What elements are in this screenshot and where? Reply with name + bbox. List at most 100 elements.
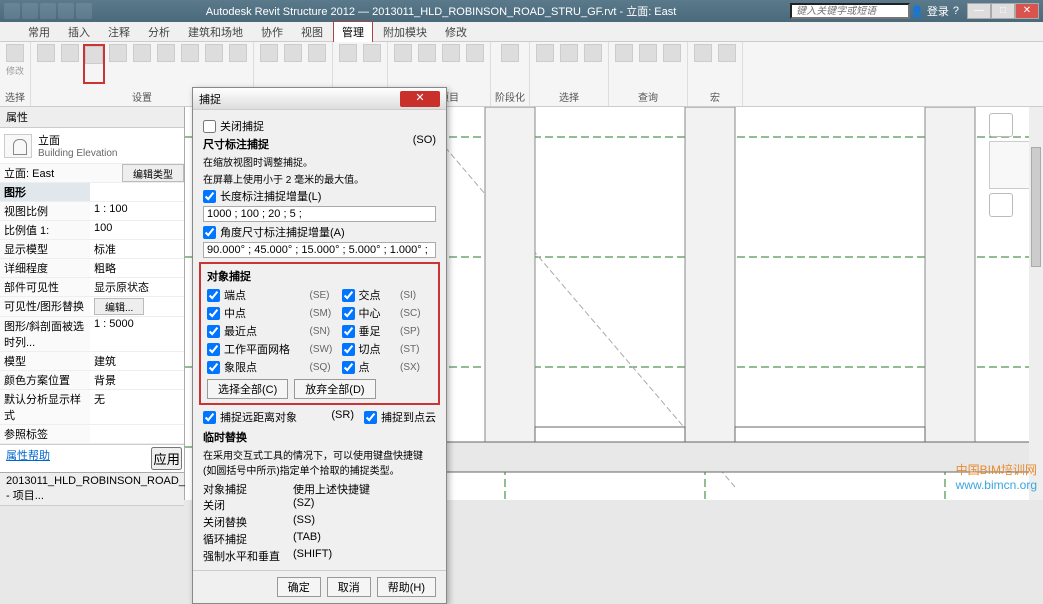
- object-styles-button[interactable]: [59, 44, 81, 84]
- dialog-close-button[interactable]: ✕: [400, 91, 440, 107]
- snap-checkbox[interactable]: 点: [342, 359, 401, 375]
- steering-wheel-button[interactable]: [989, 193, 1013, 217]
- prop-value[interactable]: 无: [90, 390, 184, 424]
- cancel-button[interactable]: 取消: [327, 577, 371, 597]
- purge-button[interactable]: [227, 44, 249, 84]
- snap-checkbox[interactable]: 垂足: [342, 323, 401, 339]
- tab-annotate[interactable]: 注释: [100, 22, 138, 42]
- prop-row[interactable]: 默认分析显示样式无: [0, 390, 184, 425]
- starting-view-button[interactable]: [464, 44, 486, 84]
- snaps-off-checkbox[interactable]: 关闭捕捉: [203, 118, 436, 134]
- prop-value[interactable]: [90, 425, 184, 443]
- load-selection-button[interactable]: [558, 44, 580, 84]
- prop-value[interactable]: 编辑...: [90, 297, 184, 316]
- remote-snap-checkbox[interactable]: 捕捉远距离对象: [203, 409, 331, 425]
- prop-row[interactable]: 视图比例1 : 100: [0, 202, 184, 221]
- edit-button[interactable]: 编辑...: [94, 298, 144, 315]
- coordinates-button[interactable]: [282, 44, 304, 84]
- angle-increment-checkbox[interactable]: 角度尺寸标注捕捉增量(A): [203, 224, 436, 240]
- prop-value[interactable]: 1 : 100: [90, 202, 184, 220]
- prop-row[interactable]: 图形/斜剖面被选时列...1 : 5000: [0, 317, 184, 352]
- tab-modify[interactable]: 修改: [437, 22, 475, 42]
- length-increment-checkbox[interactable]: 长度标注捕捉增量(L): [203, 188, 436, 204]
- help-search-input[interactable]: [790, 3, 910, 19]
- length-increment-input[interactable]: [203, 206, 436, 222]
- prop-value[interactable]: 背景: [90, 371, 184, 389]
- manage-images-button[interactable]: [416, 44, 438, 84]
- apply-button[interactable]: 应用: [151, 447, 182, 470]
- prop-row[interactable]: 颜色方案位置背景: [0, 371, 184, 390]
- snaps-button[interactable]: [83, 44, 105, 84]
- prop-value[interactable]: 粗略: [90, 259, 184, 277]
- minimize-button[interactable]: —: [967, 3, 991, 19]
- modify-button[interactable]: 修改: [4, 44, 26, 84]
- snap-checkbox[interactable]: 象限点: [207, 359, 310, 375]
- phases-button[interactable]: [499, 44, 521, 84]
- prop-row[interactable]: 参照标签: [0, 425, 184, 444]
- ids-button[interactable]: [613, 44, 635, 84]
- prop-row[interactable]: 比例值 1:100: [0, 221, 184, 240]
- prop-value[interactable]: 1 : 5000: [90, 317, 184, 351]
- project-units-button[interactable]: [155, 44, 177, 84]
- macro-manager-button[interactable]: [692, 44, 714, 84]
- home-view-button[interactable]: [989, 113, 1013, 137]
- materials-button[interactable]: [35, 44, 57, 84]
- tab-analyze[interactable]: 分析: [140, 22, 178, 42]
- save-selection-button[interactable]: [534, 44, 556, 84]
- help-icon[interactable]: ?: [953, 5, 959, 17]
- dialog-titlebar[interactable]: 捕捉 ✕: [193, 88, 446, 110]
- help-button[interactable]: 帮助(H): [377, 577, 436, 597]
- edit-type-button[interactable]: 编辑类型: [122, 164, 184, 182]
- prop-row[interactable]: 显示模型标准: [0, 240, 184, 259]
- ok-button[interactable]: 确定: [277, 577, 321, 597]
- tab-collab[interactable]: 协作: [253, 22, 291, 42]
- app-menu-button[interactable]: [4, 3, 20, 19]
- prop-value[interactable]: 标准: [90, 240, 184, 258]
- snap-checkbox[interactable]: 端点: [207, 287, 310, 303]
- vertical-scrollbar[interactable]: [1029, 107, 1043, 500]
- main-model-button[interactable]: [361, 44, 383, 84]
- snap-checkbox[interactable]: 切点: [342, 341, 401, 357]
- login-button[interactable]: 👤 登录: [910, 3, 949, 19]
- transfer-button[interactable]: [203, 44, 225, 84]
- decal-types-button[interactable]: [440, 44, 462, 84]
- warnings-button[interactable]: [661, 44, 683, 84]
- tree-root[interactable]: −👁 视图 (all): [2, 508, 182, 510]
- snap-checkbox[interactable]: 交点: [342, 287, 401, 303]
- location-button[interactable]: [258, 44, 280, 84]
- qat-save[interactable]: [40, 3, 56, 19]
- type-selector[interactable]: 立面 Building Elevation: [0, 128, 184, 164]
- angle-increment-input[interactable]: [203, 242, 436, 258]
- snap-checkbox[interactable]: 工作平面网格: [207, 341, 310, 357]
- scroll-thumb[interactable]: [1031, 147, 1041, 267]
- properties-help-link[interactable]: 属性帮助: [0, 445, 56, 472]
- prop-row[interactable]: 模型建筑: [0, 352, 184, 371]
- snap-checkbox[interactable]: 最近点: [207, 323, 310, 339]
- project-params-button[interactable]: [131, 44, 153, 84]
- prop-value[interactable]: 100: [90, 221, 184, 239]
- select-all-button[interactable]: 选择全部(C): [207, 379, 288, 399]
- prop-value[interactable]: 建筑: [90, 352, 184, 370]
- project-browser[interactable]: −👁 视图 (all) −楼层平面 (Floor Plan) 1F2F3FGFL…: [0, 506, 184, 510]
- tab-insert[interactable]: 插入: [60, 22, 98, 42]
- macro-security-button[interactable]: [716, 44, 738, 84]
- prop-row[interactable]: 详细程度粗略: [0, 259, 184, 278]
- discard-all-button[interactable]: 放弃全部(D): [294, 379, 375, 399]
- prop-row[interactable]: 部件可见性显示原状态: [0, 278, 184, 297]
- qat-open[interactable]: [22, 3, 38, 19]
- manage-links-button[interactable]: [392, 44, 414, 84]
- qat-redo[interactable]: [76, 3, 92, 19]
- prop-value[interactable]: 显示原状态: [90, 278, 184, 296]
- project-info-button[interactable]: [107, 44, 129, 84]
- snap-checkbox[interactable]: 中心: [342, 305, 401, 321]
- tab-site[interactable]: 建筑和场地: [180, 22, 251, 42]
- position-button[interactable]: [306, 44, 328, 84]
- design-options-button[interactable]: [337, 44, 359, 84]
- edit-selection-button[interactable]: [582, 44, 604, 84]
- close-button[interactable]: ✕: [1015, 3, 1039, 19]
- instance-selector[interactable]: 立面: East: [0, 164, 122, 182]
- shared-params-button[interactable]: [179, 44, 201, 84]
- prop-row[interactable]: 可见性/图形替换编辑...: [0, 297, 184, 317]
- point-cloud-snap-checkbox[interactable]: 捕捉到点云: [364, 409, 436, 425]
- maximize-button[interactable]: □: [991, 3, 1015, 19]
